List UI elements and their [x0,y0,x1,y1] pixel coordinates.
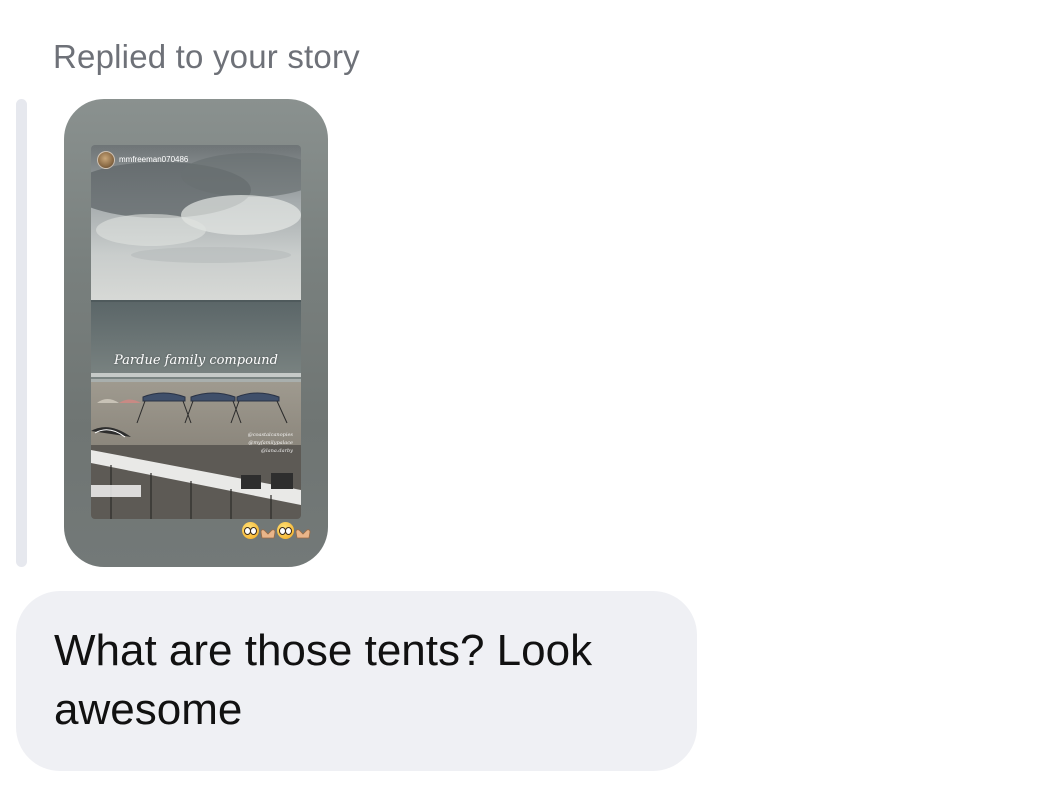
story-mention-tag: @myfamilypalace [248,440,293,446]
story-mention-tag: @lana.darby [261,448,293,454]
message-bubble[interactable]: What are those tents? Look awesome [16,591,697,771]
pleading-face-icon [277,522,294,539]
story-reaction [242,521,312,539]
dm-thread: Replied to your story mmfreeman070486 Pa… [0,0,1054,785]
replied-to-story-label: Replied to your story [53,38,360,75]
story-preview-card[interactable]: mmfreeman070486 Pardue family compound @… [64,99,328,567]
beach-scene-image [91,145,301,519]
story-mention-tag: @coastalcanopies [247,432,293,438]
story-author-avatar [97,151,115,169]
story-thumbnail: mmfreeman070486 Pardue family compound @… [91,145,301,519]
story-caption: Pardue family compound [114,353,278,368]
message-text: What are those tents? Look awesome [54,626,593,734]
heart-hands-icon [260,525,276,538]
heart-hands-icon [295,525,311,538]
pleading-face-icon [242,522,259,539]
story-author-username: mmfreeman070486 [119,155,189,164]
reply-indicator-bar [16,99,27,567]
